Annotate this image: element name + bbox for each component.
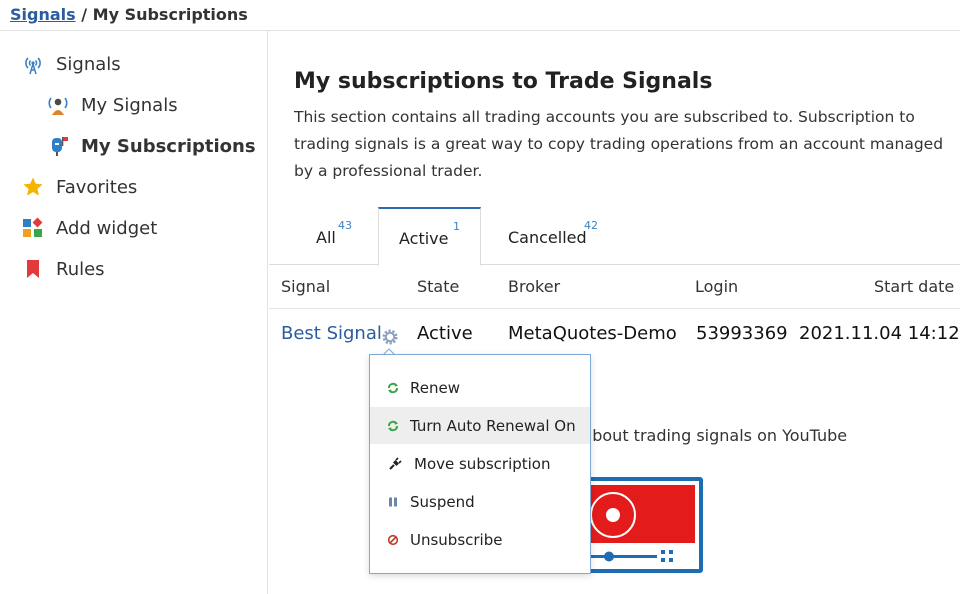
widget-icon xyxy=(22,217,44,239)
column-header-broker[interactable]: Broker xyxy=(508,277,560,296)
sidebar-item-label: My Signals xyxy=(81,94,178,116)
breadcrumb-separator: / xyxy=(75,5,93,24)
tab-cancelled[interactable]: Cancelled 42 xyxy=(494,207,614,265)
subscription-actions-menu: Renew Turn Auto Renewal On Move subscrip… xyxy=(369,354,591,574)
sidebar-item-add-widget[interactable]: Add widget xyxy=(22,217,157,239)
menu-item-unsubscribe[interactable]: Unsubscribe xyxy=(370,521,590,558)
broker-value: MetaQuotes-Demo xyxy=(508,323,677,344)
menu-item-label: Renew xyxy=(410,378,460,397)
tab-count: 1 xyxy=(453,220,460,233)
pause-icon xyxy=(385,496,401,508)
mailbox-icon xyxy=(47,135,69,157)
state-value: Active xyxy=(417,323,473,344)
tab-label: Cancelled xyxy=(508,228,587,247)
sidebar-item-label: Favorites xyxy=(56,176,138,198)
youtube-promo-text[interactable]: s about trading signals on YouTube xyxy=(569,426,847,445)
sidebar-item-my-signals[interactable]: My Signals xyxy=(47,94,178,116)
tab-all[interactable]: All 43 xyxy=(301,207,361,265)
sidebar-item-label: Signals xyxy=(56,53,121,75)
menu-item-suspend[interactable]: Suspend xyxy=(370,483,590,520)
unsubscribe-icon xyxy=(385,534,401,546)
menu-item-move-subscription[interactable]: Move subscription xyxy=(370,445,590,482)
plug-icon xyxy=(387,456,403,471)
menu-item-renew[interactable]: Renew xyxy=(370,369,590,406)
page-description: This section contains all trading accoun… xyxy=(294,108,944,180)
column-header-signal[interactable]: Signal xyxy=(281,277,330,296)
menu-item-label: Move subscription xyxy=(414,454,551,473)
sidebar-item-label: Rules xyxy=(56,258,105,280)
tab-label: All xyxy=(316,228,336,247)
top-bar: Signals / My Subscriptions xyxy=(0,0,960,31)
menu-item-label: Turn Auto Renewal On xyxy=(410,416,576,435)
sidebar-item-signals[interactable]: Signals xyxy=(22,53,121,75)
sidebar-item-rules[interactable]: Rules xyxy=(22,258,105,280)
antenna-icon xyxy=(22,53,44,75)
breadcrumb-current: My Subscriptions xyxy=(92,5,248,24)
gear-icon[interactable] xyxy=(380,327,400,347)
tab-count: 42 xyxy=(584,219,598,232)
sidebar-item-label: My Subscriptions xyxy=(81,135,256,157)
star-icon xyxy=(22,176,44,198)
column-header-start-date[interactable]: Start date xyxy=(874,277,954,296)
column-header-state[interactable]: State xyxy=(417,277,459,296)
column-header-login[interactable]: Login xyxy=(695,277,738,296)
signal-link[interactable]: Best Signal xyxy=(281,323,382,344)
menu-item-auto-renewal[interactable]: Turn Auto Renewal On xyxy=(370,407,590,444)
sidebar: Signals My Signals My Subscriptions Favo… xyxy=(0,31,268,594)
header-divider xyxy=(269,308,960,309)
auto-renew-icon xyxy=(385,420,401,432)
sidebar-item-label: Add widget xyxy=(56,217,158,239)
bookmark-icon xyxy=(22,258,44,280)
tab-active[interactable]: Active 1 xyxy=(378,207,481,266)
breadcrumb: Signals / My Subscriptions xyxy=(10,5,248,24)
page-title: My subscriptions to Trade Signals xyxy=(294,69,713,94)
tab-count: 43 xyxy=(338,219,352,232)
breadcrumb-signals-link[interactable]: Signals xyxy=(10,5,76,24)
broadcast-user-icon xyxy=(47,94,69,116)
menu-item-label: Suspend xyxy=(410,492,475,511)
login-value: 53993369 xyxy=(696,323,788,344)
menu-item-label: Unsubscribe xyxy=(410,530,503,549)
start-date-value: 2021.11.04 14:12 xyxy=(799,323,960,344)
sidebar-item-my-subscriptions[interactable]: My Subscriptions xyxy=(47,135,256,157)
sidebar-item-favorites[interactable]: Favorites xyxy=(22,176,137,198)
renew-icon xyxy=(385,382,401,394)
tab-bar: All 43 Active 1 Cancelled 42 xyxy=(269,207,960,266)
tab-label: Active xyxy=(399,229,449,248)
